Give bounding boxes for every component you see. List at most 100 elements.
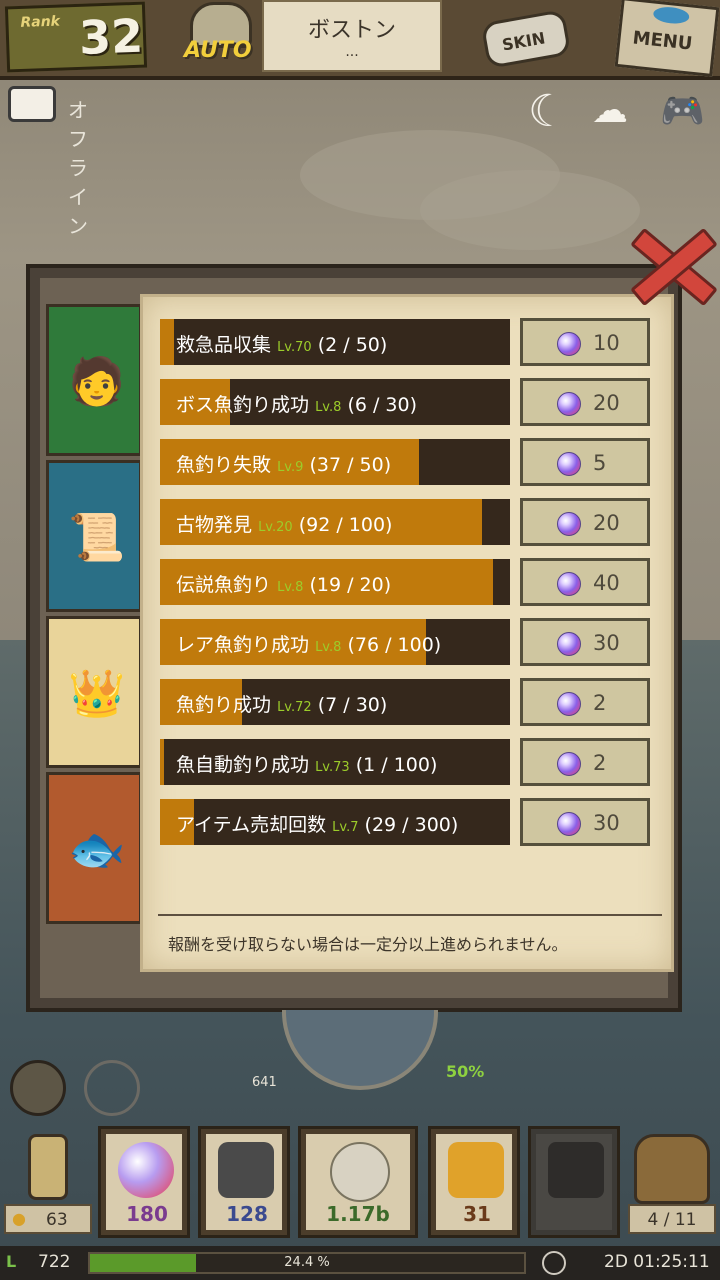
quest-row: ボス魚釣り成功 Lv.8 (6 / 30) [160,379,510,425]
lock-icon [548,1142,604,1198]
reward-value: 2 [593,751,607,775]
timer: 2D 01:25:11 [604,1252,710,1272]
reward-value: 30 [593,811,620,835]
quest-progress: (2 / 50) [317,334,388,356]
bag-icon[interactable] [634,1134,710,1204]
gauge-value: 641 [252,1075,277,1090]
reward-value: 30 [593,631,620,655]
quest-label: 伝説魚釣り Lv.8 (19 / 20) [176,570,391,597]
quest-level: Lv.9 [277,460,304,475]
location-panel[interactable]: ボストン ... [262,0,442,72]
quest-title: アイテム売却回数 [176,814,327,836]
skin-button[interactable]: SKIN [476,2,576,72]
background-cloud [420,170,640,250]
tab-achievement[interactable]: 👑 [46,616,142,768]
quest-progress: (7 / 30) [317,694,388,716]
hud-item-web[interactable]: 128 [198,1126,290,1238]
tab-fish[interactable]: 🐟 [46,772,142,924]
lantern-count: 63 [46,1210,68,1230]
quest-progress: (76 / 100) [347,634,442,656]
reward-value: 10 [593,331,620,355]
reward-button[interactable]: 5 [520,438,650,486]
fish-icon [652,5,691,26]
quest-progress: (29 / 300) [364,814,459,836]
quest-level: Lv.72 [277,700,312,715]
compass-icon[interactable] [10,1060,66,1116]
offline-label: オフライン [68,98,88,238]
bag-counter: 4 / 11 [628,1204,716,1234]
quest-progress: (37 / 50) [309,454,392,476]
reward-button[interactable]: 2 [520,738,650,786]
tab-quest[interactable]: 📜 [46,460,142,612]
web-icon [218,1142,274,1198]
quest-label: 魚自動釣り成功 Lv.73 (1 / 100) [176,750,437,777]
gem-icon [557,752,581,776]
reward-button[interactable]: 30 [520,798,650,846]
bag-count: 4 / 11 [647,1210,697,1230]
lantern-body [28,1134,68,1200]
quest-row: 救急品収集 Lv.70 (2 / 50) [160,319,510,365]
menu-label: MENU [631,27,694,55]
lantern-icon[interactable] [6,1130,92,1206]
amber-icon [448,1142,504,1198]
quest-title: 古物発見 [176,514,253,536]
reward-button[interactable]: 2 [520,678,650,726]
location-sub: ... [345,44,359,60]
hud-item-locked[interactable] [528,1126,620,1238]
tab-character[interactable]: 🧑 [46,304,142,456]
auto-button[interactable]: AUTO [172,2,272,72]
reward-value: 20 [593,391,620,415]
quest-progress: (1 / 100) [355,754,438,776]
level-icon: L [6,1252,17,1271]
gem-icon [557,632,581,656]
quest-title: 伝説魚釣り [176,574,272,596]
divider [158,914,662,916]
quest-row: 伝説魚釣り Lv.8 (19 / 20) [160,559,510,605]
reward-value: 20 [593,511,620,535]
quest-progress: (19 / 20) [309,574,392,596]
quest-level: Lv.70 [277,340,312,355]
shell-icon [330,1142,390,1202]
reward-button[interactable]: 40 [520,558,650,606]
quest-row: レア魚釣り成功 Lv.8 (76 / 100) [160,619,510,665]
gem-icon [557,392,581,416]
target-icon[interactable] [84,1060,140,1116]
quest-level: Lv.8 [277,580,304,595]
rank-label: Rank [20,13,61,31]
quest-progress-fill [160,319,174,365]
menu-button[interactable]: MENU [614,0,720,77]
quest-label: アイテム売却回数 Lv.7 (29 / 300) [176,810,458,837]
rank-badge: Rank 32 [4,1,148,73]
hud-item-shell[interactable]: 1.17b [298,1126,418,1238]
quest-label: レア魚釣り成功 Lv.8 (76 / 100) [176,630,441,657]
hud-item-amber[interactable]: 31 [428,1126,520,1238]
reward-button[interactable]: 10 [520,318,650,366]
moon-icon[interactable]: ☾ [528,86,567,137]
quest-title: レア魚釣り成功 [176,634,310,656]
chat-icon[interactable] [8,86,56,122]
gem-icon [118,1142,174,1198]
rank-value: 32 [78,8,144,65]
quest-progress: (6 / 30) [347,394,418,416]
lantern-counter: ● 63 [4,1204,92,1234]
quest-label: 救急品収集 Lv.70 (2 / 50) [176,330,387,357]
reward-button[interactable]: 30 [520,618,650,666]
quest-row: 魚釣り成功 Lv.72 (7 / 30) [160,679,510,725]
quest-title: 魚釣り失敗 [176,454,272,476]
character-icon: 🧑 [68,354,126,408]
close-button[interactable] [622,220,718,307]
quest-row: 魚自動釣り成功 Lv.73 (1 / 100) [160,739,510,785]
reward-button[interactable]: 20 [520,498,650,546]
quest-progress: (92 / 100) [298,514,393,536]
cloud-upload-icon[interactable]: ☁ [592,90,628,131]
gem-icon [557,572,581,596]
hud-item-gem[interactable]: 180 [98,1126,190,1238]
reward-value: 5 [593,451,607,475]
gamepad-icon[interactable]: 🎮 [660,90,705,132]
player-level: 722 [38,1252,71,1272]
reward-value: 40 [593,571,620,595]
clock-icon [542,1251,566,1275]
quest-level: Lv.73 [315,760,350,775]
quest-label: 古物発見 Lv.20 (92 / 100) [176,510,392,537]
reward-button[interactable]: 20 [520,378,650,426]
